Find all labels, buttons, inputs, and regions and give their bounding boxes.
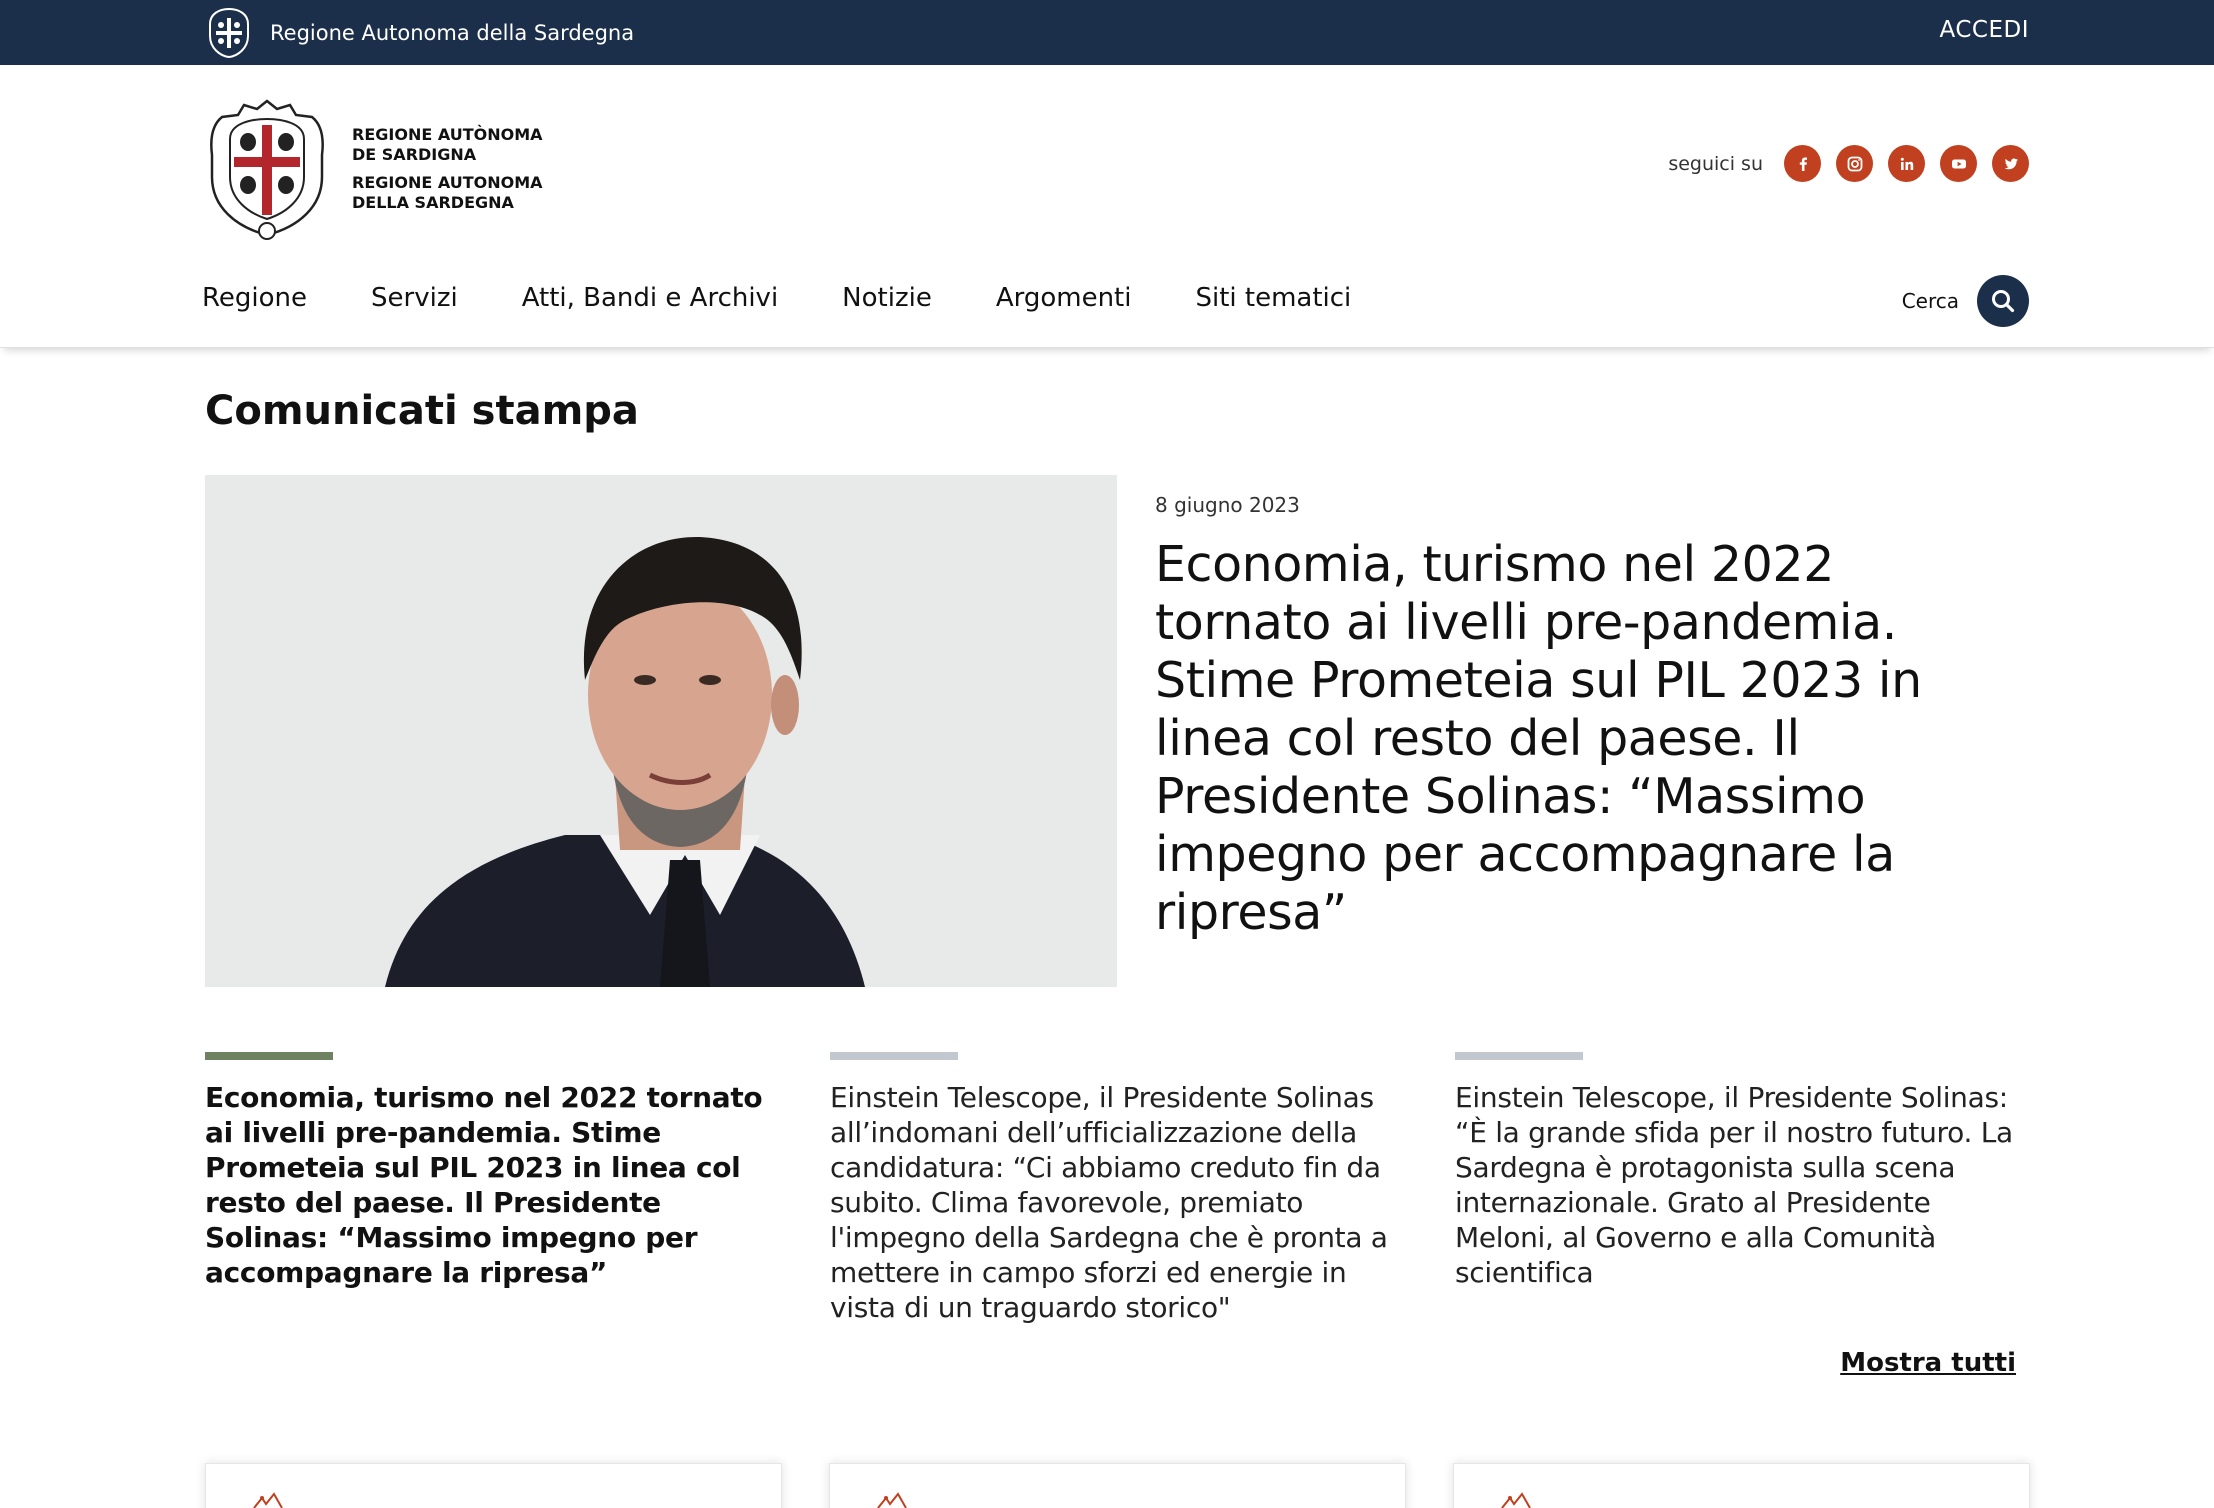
logo-line: DE SARDIGNA	[352, 145, 477, 164]
coat-of-arms-icon	[210, 99, 324, 240]
site-logo[interactable]: REGIONE AUTÒNOMA DE SARDIGNA REGIONE AUT…	[204, 95, 543, 243]
logo-line: DELLA SARDEGNA	[352, 193, 514, 212]
youtube-icon[interactable]	[1940, 145, 1977, 182]
hero-title[interactable]: Economia, turismo nel 2022 tornato ai li…	[1155, 536, 1995, 942]
carousel-indicator-active[interactable]	[205, 1052, 333, 1060]
search-icon	[1992, 290, 2015, 313]
search-label[interactable]: Cerca	[1902, 289, 1959, 313]
nav-item-siti-tematici[interactable]: Siti tematici	[1195, 283, 1351, 313]
logo-text: REGIONE AUTÒNOMA DE SARDIGNA REGIONE AUT…	[352, 125, 543, 213]
news-card[interactable]: Einstein Telescope, il Presidente Solina…	[830, 1052, 1410, 1325]
carousel-indicator[interactable]	[1455, 1052, 1583, 1060]
logo-line: REGIONE AUTONOMA	[352, 173, 543, 192]
tile-icon	[253, 1492, 283, 1508]
nav-item-regione[interactable]: Regione	[202, 283, 307, 313]
service-tile[interactable]	[1453, 1463, 2030, 1508]
nav-item-notizie[interactable]: Notizie	[842, 283, 932, 313]
nav-item-atti-bandi-archivi[interactable]: Atti, Bandi e Archivi	[522, 283, 778, 313]
service-tile[interactable]	[205, 1463, 782, 1508]
twitter-icon[interactable]	[1992, 145, 2029, 182]
instagram-icon[interactable]	[1836, 145, 1873, 182]
linkedin-icon[interactable]	[1888, 145, 1925, 182]
news-card-title[interactable]: Einstein Telescope, il Presidente Solina…	[1455, 1080, 2035, 1290]
facebook-icon[interactable]	[1784, 145, 1821, 182]
follow-label: seguici su	[1668, 152, 1763, 175]
section-title: Comunicati stampa	[205, 388, 639, 434]
search-area: Cerca	[1902, 275, 2029, 327]
show-all-link[interactable]: Mostra tutti	[1840, 1348, 2016, 1378]
carousel-indicator[interactable]	[830, 1052, 958, 1060]
news-card[interactable]: Economia, turismo nel 2022 tornato ai li…	[205, 1052, 785, 1290]
tile-icon	[877, 1492, 907, 1508]
hero-image[interactable]	[205, 475, 1117, 987]
hero-date: 8 giugno 2023	[1155, 493, 1300, 517]
nav-item-argomenti[interactable]: Argomenti	[996, 283, 1132, 313]
search-button[interactable]	[1977, 275, 2029, 327]
news-card-title[interactable]: Economia, turismo nel 2022 tornato ai li…	[205, 1080, 785, 1290]
service-tile[interactable]	[829, 1463, 1406, 1508]
coat-of-arms-icon	[209, 7, 249, 59]
top-bar: Regione Autonoma della Sardegna ACCEDI	[0, 0, 2214, 65]
tile-icon	[1501, 1492, 1531, 1508]
social-links: seguici su	[1668, 145, 2029, 182]
logo-line: REGIONE AUTÒNOMA	[352, 125, 543, 144]
news-card[interactable]: Einstein Telescope, il Presidente Solina…	[1455, 1052, 2035, 1290]
brand-text: Regione Autonoma della Sardegna	[270, 20, 635, 45]
site-header: REGIONE AUTÒNOMA DE SARDIGNA REGIONE AUT…	[0, 65, 2214, 348]
brand-link[interactable]: Regione Autonoma della Sardegna	[204, 6, 634, 59]
login-link[interactable]: ACCEDI	[1940, 17, 2029, 43]
main-nav: Regione Servizi Atti, Bandi e Archivi No…	[202, 283, 1351, 313]
portrait-photo	[205, 475, 1117, 987]
nav-item-servizi[interactable]: Servizi	[371, 283, 458, 313]
news-card-title[interactable]: Einstein Telescope, il Presidente Solina…	[830, 1080, 1410, 1325]
